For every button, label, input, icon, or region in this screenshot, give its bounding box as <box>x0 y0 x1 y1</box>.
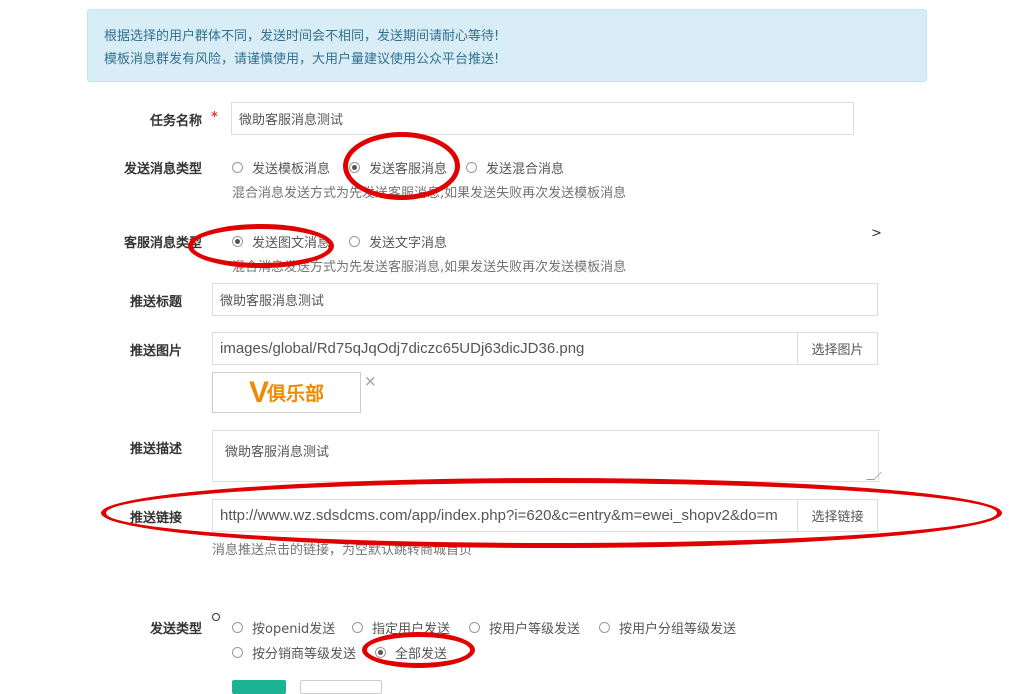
radio-send-openid[interactable]: 按openid发送 <box>232 618 335 637</box>
push-link-label: 推送链接 <box>130 511 183 526</box>
radio-label: 发送模板消息 <box>252 162 331 177</box>
radio-circle[interactable] <box>349 236 360 247</box>
radio-circle[interactable] <box>469 622 480 633</box>
logo-text: 俱乐部 <box>267 383 325 405</box>
close-icon[interactable]: × <box>364 374 377 389</box>
radio-circle[interactable] <box>232 622 243 633</box>
task-name-input[interactable]: 微助客服消息测试 <box>231 102 854 135</box>
notice-alert: 根据选择的用户群体不同，发送时间会不相同，发送期间请耐心等待! 模板消息群发有风… <box>87 9 927 82</box>
radio-send-level[interactable]: 按用户等级发送 <box>469 618 580 637</box>
required-mark: * <box>211 110 218 125</box>
radio-label: 发送客服消息 <box>369 162 448 177</box>
radio-label: 发送文字消息 <box>369 236 448 251</box>
push-desc-textarea[interactable]: 微助客服消息测试 <box>212 430 879 482</box>
radio-label: 按用户分组等级发送 <box>619 622 737 637</box>
radio-label: 全部发送 <box>395 647 448 662</box>
cs-msg-type-label: 客服消息类型 <box>124 236 203 251</box>
radio-send-mixed[interactable]: 发送混合消息 <box>466 158 564 177</box>
radio-label: 按分销商等级发送 <box>252 647 357 662</box>
cs-msg-type-help: 混合消息发送方式为先发送客服消息,如果发送失败再次发送模板消息 <box>232 260 627 275</box>
push-image-label: 推送图片 <box>130 344 183 359</box>
send-type-label: 发送类型 <box>150 622 203 637</box>
select-link-button[interactable]: 选择链接 <box>797 499 878 532</box>
radio-send-cs[interactable]: 发送客服消息 <box>349 158 447 177</box>
radio-cs-news[interactable]: 发送图文消息 <box>232 232 330 251</box>
radio-circle[interactable] <box>375 647 386 658</box>
radio-send-all[interactable]: 全部发送 <box>375 643 447 662</box>
radio-circle[interactable] <box>232 236 243 247</box>
radio-send-group-level[interactable]: 按用户分组等级发送 <box>599 618 736 637</box>
radio-label: 按openid发送 <box>252 622 336 637</box>
image-preview: V 俱乐部 <box>212 372 361 413</box>
send-msg-type-label: 发送消息类型 <box>124 162 203 177</box>
push-link-help: 消息推送点击的链接，为空默认跳转商城首页 <box>212 543 473 558</box>
send-msg-type-help: 混合消息发送方式为先发送客服消息,如果发送失败再次发送模板消息 <box>232 186 627 201</box>
push-title-input[interactable]: 微助客服消息测试 <box>212 283 878 316</box>
radio-cs-text[interactable]: 发送文字消息 <box>349 232 447 251</box>
radio-label: 发送图文消息 <box>252 236 331 251</box>
cursor-icon <box>212 613 220 621</box>
notice-line-1: 根据选择的用户群体不同，发送时间会不相同，发送期间请耐心等待! <box>104 29 500 44</box>
select-image-button[interactable]: 选择图片 <box>797 332 878 365</box>
notice-line-2: 模板消息群发有风险，请谨慎使用，大用户量建议使用公众平台推送! <box>104 52 500 67</box>
radio-label: 发送混合消息 <box>486 162 565 177</box>
push-link-input[interactable]: http://www.wz.sdsdcms.com/app/index.php?… <box>212 499 798 532</box>
radio-send-template[interactable]: 发送模板消息 <box>232 158 330 177</box>
radio-circle[interactable] <box>466 162 477 173</box>
radio-circle[interactable] <box>349 162 360 173</box>
radio-circle[interactable] <box>352 622 363 633</box>
chevron-right-icon: > <box>871 226 882 241</box>
radio-circle[interactable] <box>232 162 243 173</box>
radio-circle[interactable] <box>599 622 610 633</box>
radio-send-distributor[interactable]: 按分销商等级发送 <box>232 643 356 662</box>
logo-letter: V <box>248 375 269 409</box>
radio-circle[interactable] <box>232 647 243 658</box>
task-name-label: 任务名称 <box>150 114 203 129</box>
radio-send-specified[interactable]: 指定用户发送 <box>352 618 450 637</box>
push-title-label: 推送标题 <box>130 295 183 310</box>
push-desc-label: 推送描述 <box>130 442 183 457</box>
push-image-input[interactable]: images/global/Rd75qJqOdj7diczc65UDj63dic… <box>212 332 798 365</box>
radio-label: 按用户等级发送 <box>489 622 581 637</box>
radio-label: 指定用户发送 <box>372 622 451 637</box>
